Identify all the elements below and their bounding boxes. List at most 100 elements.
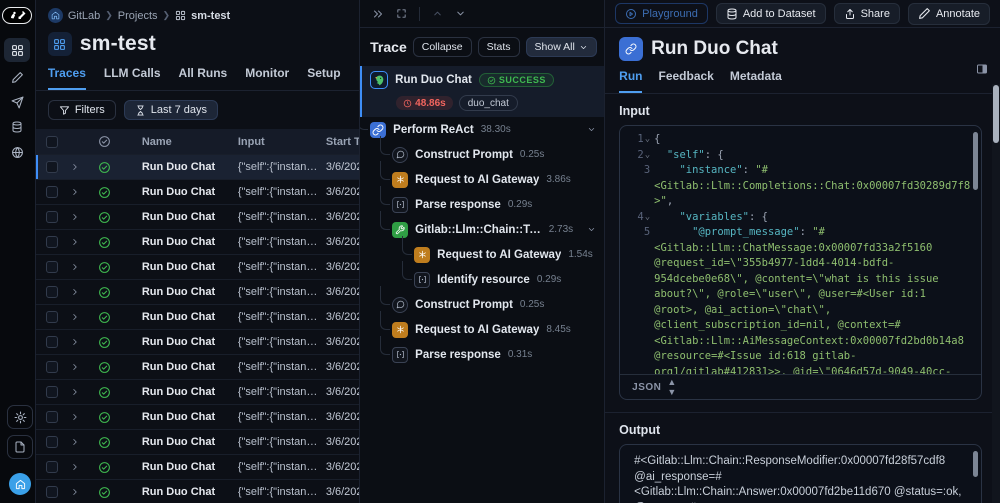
show-all-button[interactable]: Show All	[526, 37, 597, 57]
add-to-dataset-button[interactable]: Add to Dataset	[716, 3, 826, 24]
chevron-down-icon[interactable]	[587, 125, 596, 134]
row-name[interactable]: Run Duo Chat	[142, 236, 238, 248]
date-range-button[interactable]: Last 7 days	[124, 100, 218, 120]
breadcrumb-current[interactable]: sm-test	[191, 10, 230, 22]
user-avatar[interactable]	[9, 473, 31, 495]
row-expander-icon[interactable]	[70, 237, 98, 247]
trace-span-item[interactable]: Perform ReAct38.30s	[360, 117, 604, 142]
row-expander-icon[interactable]	[70, 212, 98, 222]
table-row[interactable]: Run Duo Chat{"self":{"instance":"#...3/6…	[36, 380, 359, 405]
row-expander-icon[interactable]	[70, 162, 98, 172]
row-expander-icon[interactable]	[70, 287, 98, 297]
nav-annotation-queues[interactable]	[4, 67, 30, 87]
row-checkbox[interactable]	[46, 286, 58, 298]
row-expander-icon[interactable]	[70, 337, 98, 347]
table-row[interactable]: Run Duo Chat{"self":{"instance":"#...3/6…	[36, 405, 359, 430]
panel-scrollbar[interactable]	[992, 84, 1000, 503]
row-expander-icon[interactable]	[70, 487, 98, 497]
table-row[interactable]: Run Duo Chat{"self":{"instance":"#...3/6…	[36, 455, 359, 480]
expand-icon[interactable]	[396, 8, 407, 19]
trace-root-item[interactable]: Run Duo Chat SUCCESS 48.86s duo_chat	[360, 66, 604, 117]
table-row[interactable]: Run Duo Chat{"self":{"instance":"#...3/6…	[36, 330, 359, 355]
code-format-select[interactable]: JSON ▲▼	[620, 374, 981, 399]
column-name[interactable]: Name	[142, 136, 238, 148]
row-checkbox[interactable]	[46, 161, 58, 173]
row-checkbox[interactable]	[46, 386, 58, 398]
trace-span-item[interactable]: Identify resource0.29s	[360, 267, 604, 292]
row-checkbox[interactable]	[46, 236, 58, 248]
row-name[interactable]: Run Duo Chat	[142, 461, 238, 473]
row-expander-icon[interactable]	[70, 462, 98, 472]
fold-chevron-icon[interactable]: ⌄	[645, 132, 650, 148]
column-start-time[interactable]: Start Time	[326, 136, 359, 148]
row-checkbox[interactable]	[46, 311, 58, 323]
nav-deployments[interactable]	[4, 92, 30, 112]
trace-span-item[interactable]: Parse response0.31s	[360, 342, 604, 367]
chevron-down-icon[interactable]	[455, 8, 466, 19]
select-all-checkbox[interactable]	[46, 136, 58, 148]
chevron-down-icon[interactable]	[587, 225, 596, 234]
row-checkbox[interactable]	[46, 461, 58, 473]
table-row[interactable]: Run Duo Chat{"self":{"instance":"#...3/6…	[36, 205, 359, 230]
trace-span-item[interactable]: Request to AI Gateway1.54s	[360, 242, 604, 267]
filters-button[interactable]: Filters	[48, 100, 116, 120]
table-row[interactable]: Run Duo Chat{"self":{"instance":"#...3/6…	[36, 280, 359, 305]
row-expander-icon[interactable]	[70, 437, 98, 447]
table-row[interactable]: Run Duo Chat{"self":{"instance":"#...3/6…	[36, 480, 359, 503]
table-row[interactable]: Run Duo Chat{"self":{"instance":"#...3/6…	[36, 430, 359, 455]
table-row[interactable]: Run Duo Chat{"self":{"instance":"#...3/6…	[36, 305, 359, 330]
row-name[interactable]: Run Duo Chat	[142, 211, 238, 223]
tab-monitor[interactable]: Monitor	[245, 66, 289, 90]
line-number[interactable]: 4⌄	[624, 210, 654, 226]
row-name[interactable]: Run Duo Chat	[142, 411, 238, 423]
table-row[interactable]: Run Duo Chat{"self":{"instance":"#...3/6…	[36, 255, 359, 280]
nav-projects[interactable]	[4, 38, 30, 62]
row-checkbox[interactable]	[46, 186, 58, 198]
row-checkbox[interactable]	[46, 486, 58, 498]
trace-span-item[interactable]: Request to AI Gateway3.86s	[360, 167, 604, 192]
trace-span-item[interactable]: Construct Prompt0.25s	[360, 292, 604, 317]
trace-span-item[interactable]: Parse response0.29s	[360, 192, 604, 217]
row-name[interactable]: Run Duo Chat	[142, 161, 238, 173]
row-name[interactable]: Run Duo Chat	[142, 286, 238, 298]
playground-button[interactable]: Playground	[615, 3, 708, 24]
inspector-tab-metadata[interactable]: Metadata	[730, 69, 782, 93]
row-name[interactable]: Run Duo Chat	[142, 486, 238, 498]
line-number[interactable]: 3	[624, 163, 654, 210]
column-input[interactable]: Input	[238, 136, 326, 148]
row-checkbox[interactable]	[46, 261, 58, 273]
output-box[interactable]: #<Gitlab::Llm::Chain::ResponseModifier:0…	[619, 444, 982, 503]
table-row[interactable]: Run Duo Chat{"self":{"instance":"#...3/6…	[36, 180, 359, 205]
trace-span-item[interactable]: Construct Prompt0.25s	[360, 142, 604, 167]
annotate-button[interactable]: Annotate	[908, 3, 990, 25]
input-scrollbar[interactable]	[973, 132, 978, 190]
breadcrumb-org[interactable]: GitLab	[68, 10, 100, 22]
settings-button[interactable]	[7, 405, 33, 429]
table-row[interactable]: Run Duo Chat{"self":{"instance":"#...3/6…	[36, 230, 359, 255]
inspector-tab-feedback[interactable]: Feedback	[658, 69, 713, 93]
row-name[interactable]: Run Duo Chat	[142, 386, 238, 398]
line-number[interactable]: 5	[624, 225, 654, 374]
tab-traces[interactable]: Traces	[48, 66, 86, 90]
fold-chevron-icon[interactable]: ⌄	[645, 210, 650, 226]
row-checkbox[interactable]	[46, 211, 58, 223]
trace-span-item[interactable]: Gitlab::Llm::Chain::Tools::IssueReader::…	[360, 217, 604, 242]
collapse-button[interactable]: Collapse	[413, 37, 472, 57]
row-expander-icon[interactable]	[70, 362, 98, 372]
home-icon[interactable]	[48, 8, 63, 23]
nav-datasets[interactable]	[4, 117, 30, 137]
row-expander-icon[interactable]	[70, 387, 98, 397]
row-checkbox[interactable]	[46, 411, 58, 423]
tab-all-runs[interactable]: All Runs	[179, 66, 228, 90]
row-name[interactable]: Run Duo Chat	[142, 336, 238, 348]
line-number[interactable]: 2⌄	[624, 148, 654, 164]
fold-chevron-icon[interactable]: ⌄	[645, 148, 650, 164]
row-expander-icon[interactable]	[70, 312, 98, 322]
row-expander-icon[interactable]	[70, 412, 98, 422]
row-checkbox[interactable]	[46, 361, 58, 373]
share-button[interactable]: Share	[834, 3, 900, 24]
row-name[interactable]: Run Duo Chat	[142, 436, 238, 448]
tab-setup[interactable]: Setup	[307, 66, 340, 90]
collapse-panel-icon[interactable]	[372, 8, 384, 20]
input-code-lines[interactable]: 1⌄{2⌄ "self": {3 "instance": "#<Gitlab::…	[620, 126, 981, 374]
